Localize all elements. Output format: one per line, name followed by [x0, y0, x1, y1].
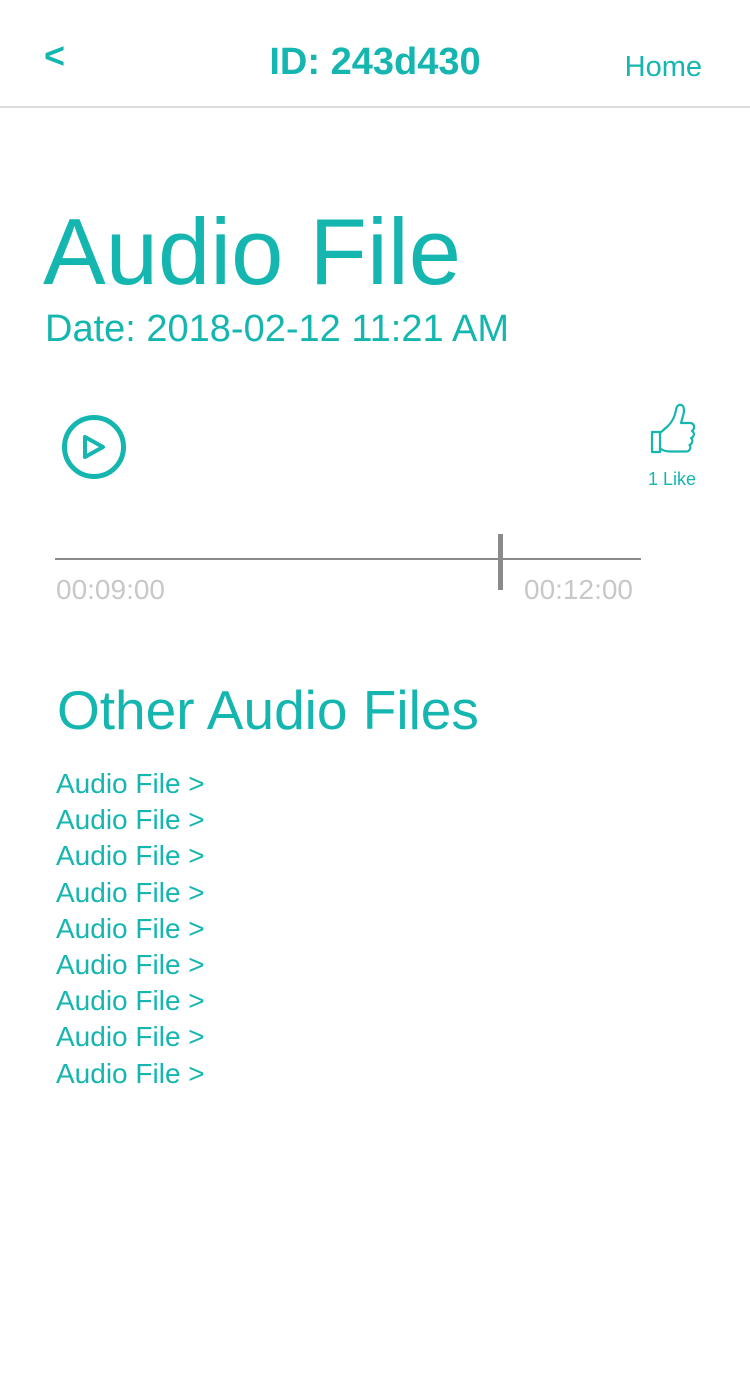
- like-count: 1 Like: [647, 469, 697, 489]
- audio-file-page: < ID: 243d430 Home Audio File Date: 2018…: [0, 0, 750, 1400]
- audio-file-link[interactable]: Audio File >: [56, 983, 205, 1019]
- progress-handle[interactable]: [498, 534, 503, 590]
- like-button[interactable]: 1 Like: [640, 402, 704, 490]
- audio-file-link[interactable]: Audio File >: [56, 1056, 205, 1092]
- audio-file-link[interactable]: Audio File >: [56, 838, 205, 874]
- audio-file-link[interactable]: Audio File >: [56, 766, 205, 802]
- navigation-bar: < ID: 243d430 Home: [0, 0, 750, 108]
- play-circle-icon: [62, 415, 126, 479]
- audio-file-link[interactable]: Audio File >: [56, 802, 205, 838]
- audio-file-link[interactable]: Audio File >: [56, 911, 205, 947]
- audio-file-link[interactable]: Audio File >: [56, 875, 205, 911]
- thumbs-up-icon: [650, 403, 696, 454]
- audio-file-link[interactable]: Audio File >: [56, 947, 205, 983]
- progress-track[interactable]: [55, 558, 641, 560]
- elapsed-time: 00:09:00: [56, 574, 165, 605]
- home-link[interactable]: Home: [625, 50, 702, 84]
- total-time: 00:12:00: [524, 574, 633, 605]
- audio-file-date: Date: 2018-02-12 11:21 AM: [45, 308, 510, 350]
- audio-file-link[interactable]: Audio File >: [56, 1019, 205, 1055]
- audio-file-title: Audio File: [43, 199, 461, 304]
- other-audio-files-heading: Other Audio Files: [57, 679, 479, 741]
- play-button[interactable]: [61, 414, 127, 480]
- other-audio-files-list: Audio File > Audio File > Audio File > A…: [56, 766, 205, 1092]
